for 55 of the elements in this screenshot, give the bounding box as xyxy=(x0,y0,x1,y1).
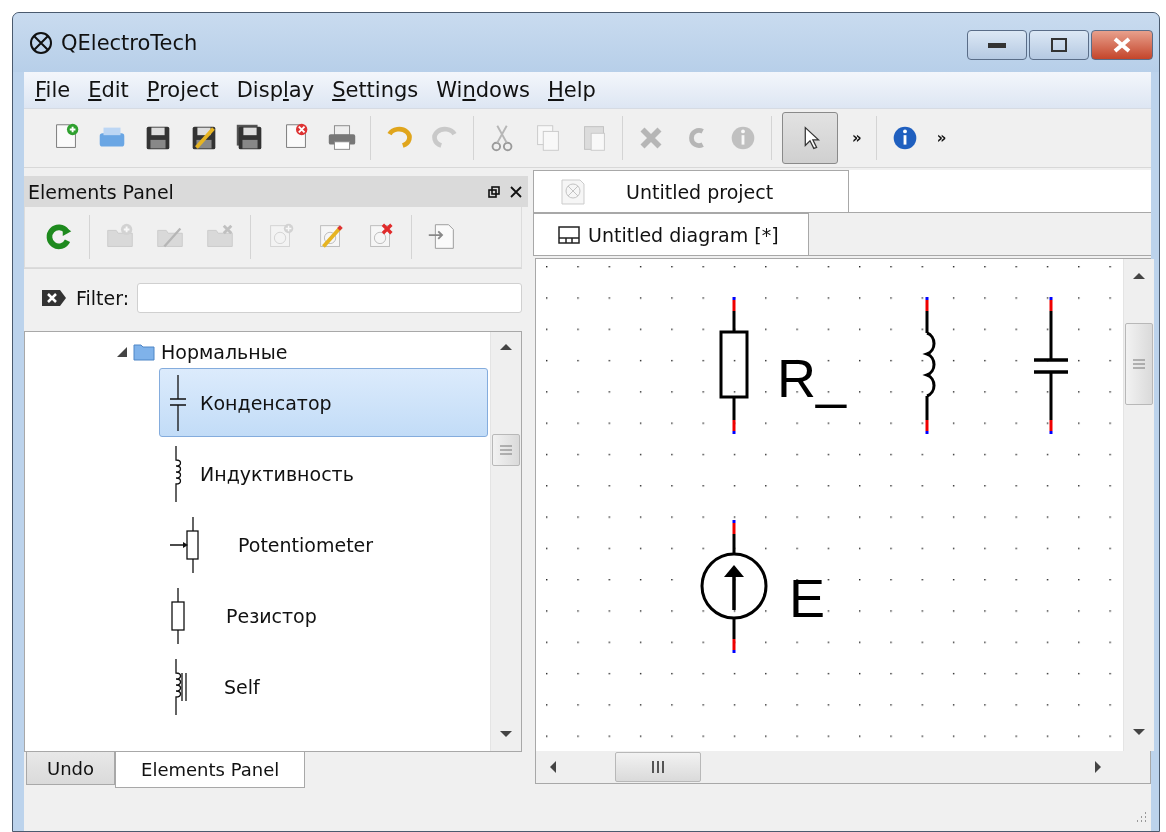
panel-title: Elements Panel xyxy=(28,180,175,203)
item-label: Резистор xyxy=(226,604,317,627)
minimize-button[interactable] xyxy=(967,30,1027,60)
menu-item[interactable]: Help xyxy=(539,78,605,102)
close-icon xyxy=(1113,37,1131,53)
horizontal-scrollbar[interactable] xyxy=(536,751,1123,783)
dock-tab[interactable]: Elements Panel xyxy=(115,752,306,788)
item-label: Индуктивность xyxy=(200,462,354,485)
tree-item[interactable]: Конденсатор xyxy=(159,368,488,437)
close-button[interactable] xyxy=(1091,30,1153,60)
menu-item[interactable]: Display xyxy=(227,78,324,102)
project-tab[interactable]: Untitled project xyxy=(533,170,849,212)
component-label: E xyxy=(789,568,826,628)
minimize-icon xyxy=(988,42,1006,48)
scroll-thumb[interactable] xyxy=(615,752,701,782)
vertical-scrollbar[interactable] xyxy=(490,332,521,751)
project-icon xyxy=(560,177,586,206)
diagram-icon xyxy=(558,225,580,244)
coil-symbol-icon xyxy=(175,445,183,502)
dock-tab[interactable]: Undo xyxy=(26,752,116,785)
menu-item[interactable]: Edit xyxy=(79,78,138,102)
tree-item[interactable]: Potentiometer xyxy=(159,510,488,579)
item-label: Конденсатор xyxy=(200,391,332,414)
more-button[interactable]: » xyxy=(848,129,866,147)
potentiometer-symbol-icon xyxy=(169,516,199,573)
menu-item[interactable]: Windows xyxy=(427,78,540,102)
resistor-symbol-icon xyxy=(171,587,185,644)
window-title: QElectroTech xyxy=(61,30,199,55)
float-icon[interactable] xyxy=(488,185,500,198)
scroll-thumb[interactable] xyxy=(1125,323,1153,405)
scroll-thumb[interactable] xyxy=(492,434,520,466)
close-icon[interactable] xyxy=(510,185,522,198)
folder-icon xyxy=(133,343,155,361)
menu-item[interactable]: File xyxy=(26,78,80,102)
app-logo-icon xyxy=(29,30,53,55)
maximize-button[interactable] xyxy=(1029,30,1089,60)
item-label: Self xyxy=(224,675,260,698)
choke-symbol-icon xyxy=(175,658,188,715)
menu-item[interactable]: Settings xyxy=(323,78,428,102)
filter-label: Filter: xyxy=(76,287,130,309)
item-label: Potentiometer xyxy=(238,533,374,556)
expanded-arrow-icon[interactable] xyxy=(117,347,127,357)
clear-filter-icon[interactable] xyxy=(40,288,68,308)
vertical-scrollbar[interactable] xyxy=(1123,259,1154,751)
more-button[interactable]: » xyxy=(932,129,951,147)
tree-item[interactable]: Self xyxy=(159,652,488,721)
diagram-tab[interactable]: Untitled diagram [*] xyxy=(533,213,809,255)
tree-item[interactable]: Резистор xyxy=(159,581,488,650)
filter-field[interactable] xyxy=(137,283,522,313)
tree-item[interactable]: Индуктивность xyxy=(159,439,488,508)
tree-item[interactable]: Нормальные xyxy=(161,341,292,363)
maximize-icon xyxy=(1051,38,1067,52)
menu-item[interactable]: Project xyxy=(137,78,228,102)
component-label: R_ xyxy=(777,348,847,408)
cursor-button[interactable] xyxy=(782,112,838,164)
